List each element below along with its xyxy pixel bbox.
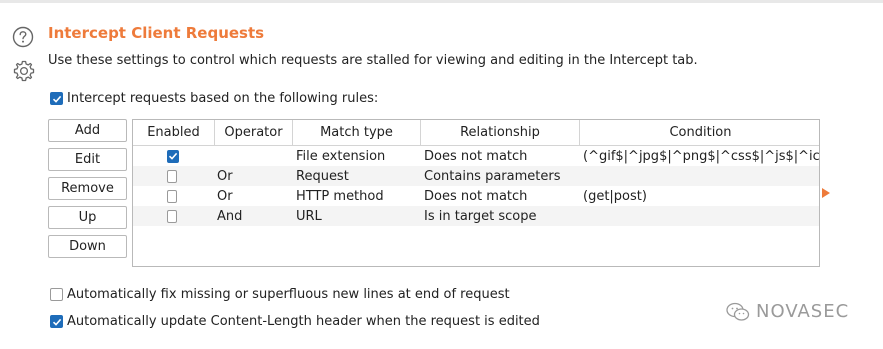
row-enabled-checkbox[interactable]	[167, 186, 181, 206]
intercept-rules-checkbox[interactable]: Intercept requests based on the followin…	[50, 91, 378, 106]
table-row[interactable]: And URL Is in target scope	[133, 206, 819, 226]
column-header-condition[interactable]: Condition	[580, 120, 819, 145]
update-content-length-checkbox[interactable]: Automatically update Content-Length head…	[50, 314, 540, 329]
column-header-operator[interactable]: Operator	[215, 120, 293, 145]
column-header-match-type[interactable]: Match type	[293, 120, 421, 145]
table-row[interactable]: File extension Does not match (^gif$|^jp…	[133, 146, 819, 166]
row-enabled-checkbox[interactable]	[167, 146, 181, 166]
table-header: Enabled Operator Match type Relationship…	[133, 120, 819, 146]
row-operator: And	[217, 208, 243, 224]
row-operator	[217, 146, 291, 166]
checkbox-unchecked-icon[interactable]	[50, 288, 63, 301]
watermark: NOVASEC	[726, 301, 849, 322]
row-enabled-checkbox[interactable]	[167, 206, 181, 226]
rules-table[interactable]: Enabled Operator Match type Relationship…	[132, 119, 820, 267]
column-header-enabled[interactable]: Enabled	[133, 120, 215, 145]
row-match-type: Request	[296, 168, 349, 184]
row-match-type: URL	[296, 208, 322, 224]
row-operator: Or	[217, 168, 233, 184]
gear-icon[interactable]	[12, 59, 36, 87]
checkbox-checked-icon[interactable]	[167, 149, 179, 163]
row-relationship: Is in target scope	[424, 208, 537, 224]
add-button[interactable]: Add	[48, 119, 127, 142]
row-condition: (get|post)	[583, 188, 647, 204]
down-button[interactable]: Down	[48, 235, 127, 258]
row-match-type: HTTP method	[296, 188, 384, 204]
row-operator: Or	[217, 188, 233, 204]
row-match-type: File extension	[296, 148, 386, 164]
edit-button[interactable]: Edit	[48, 148, 127, 171]
top-divider	[0, 0, 883, 3]
row-enabled-checkbox[interactable]	[167, 166, 181, 186]
watermark-text: NOVASEC	[756, 301, 850, 322]
checkbox-checked-icon[interactable]	[50, 92, 63, 105]
expand-arrow-icon[interactable]	[822, 188, 830, 198]
checkbox-checked-icon[interactable]	[50, 315, 63, 328]
section-title: Intercept Client Requests	[48, 24, 265, 42]
fix-newlines-label: Automatically fix missing or superfluous…	[67, 287, 510, 302]
row-condition: (^gif$|^jpg$|^png$|^css$|^js$|^ic...	[583, 148, 819, 164]
fix-newlines-checkbox[interactable]: Automatically fix missing or superfluous…	[50, 287, 510, 302]
row-relationship: Does not match	[424, 188, 528, 204]
table-row[interactable]: Or Request Contains parameters	[133, 166, 819, 186]
wechat-icon	[726, 302, 750, 322]
row-condition	[583, 166, 819, 186]
help-circle-icon[interactable]	[12, 26, 34, 52]
section-description: Use these settings to control which requ…	[48, 53, 698, 68]
intercept-rules-label: Intercept requests based on the followin…	[67, 91, 379, 106]
row-relationship: Does not match	[424, 148, 528, 164]
up-button[interactable]: Up	[48, 206, 127, 229]
row-relationship: Contains parameters	[424, 168, 561, 184]
update-content-length-label: Automatically update Content-Length head…	[67, 314, 540, 329]
remove-button[interactable]: Remove	[48, 177, 127, 200]
row-condition	[583, 206, 819, 226]
table-row[interactable]: Or HTTP method Does not match (get|post)	[133, 186, 819, 206]
column-header-relationship[interactable]: Relationship	[421, 120, 580, 145]
